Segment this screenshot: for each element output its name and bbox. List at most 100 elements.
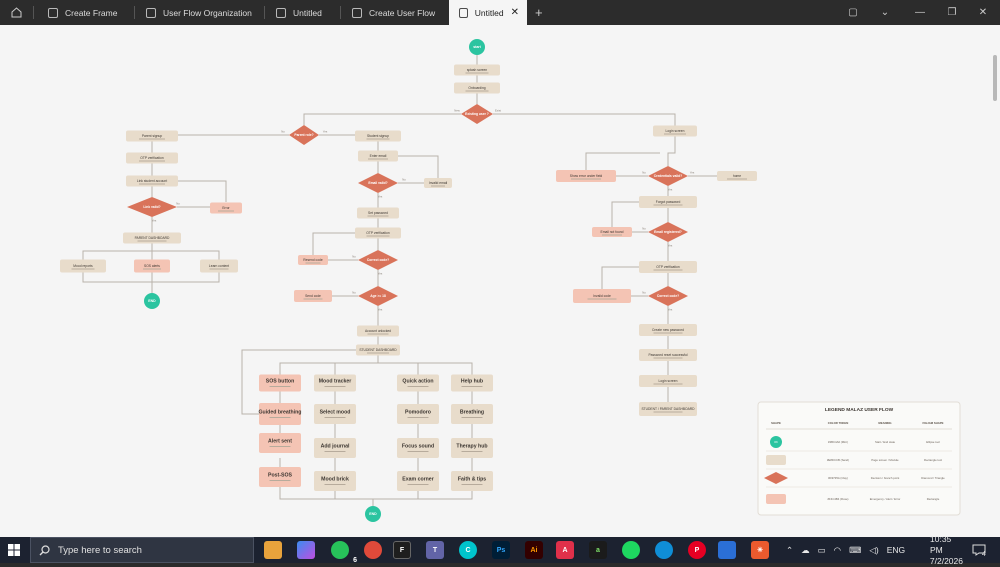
whatsapp-icon[interactable]: 6	[331, 541, 357, 564]
keyboard-icon[interactable]: ⌨	[849, 545, 861, 556]
node-end2[interactable]: END	[365, 506, 381, 522]
node-breathing[interactable]: Breathing	[451, 404, 493, 424]
node-learn-content[interactable]: Learn content	[200, 259, 238, 273]
new-tab-button[interactable]: +	[530, 0, 552, 25]
notification-center[interactable]: 4	[972, 537, 986, 563]
node-email-registered-q[interactable]: Email registered?	[648, 222, 688, 242]
tab-untitled-1[interactable]: Untitled	[266, 0, 340, 25]
node-quick-action[interactable]: Quick action	[397, 374, 439, 392]
node-parent-signup[interactable]: Parent signup	[126, 130, 178, 142]
maximize-button[interactable]: ❐	[937, 0, 967, 25]
node-end[interactable]: END	[144, 293, 160, 309]
node-post-sos[interactable]: Post-SOS	[259, 467, 301, 487]
node-parent-dashboard[interactable]: PARENT DASHBOARD	[123, 232, 181, 244]
clock[interactable]: 10:35 PM 7/2/2026	[930, 534, 963, 566]
taskbar-search[interactable]: Type here to search	[30, 537, 254, 563]
canva-icon[interactable]: C	[459, 541, 477, 559]
chevron-down-icon[interactable]: ⌄	[870, 0, 900, 25]
node-password-reset[interactable]: Password reset successful	[639, 349, 697, 361]
node-parent-q[interactable]: Parent role?	[289, 125, 319, 145]
node-existing-q[interactable]: Existing user ?	[461, 104, 493, 124]
node-student-signup[interactable]: Student signup	[355, 130, 401, 142]
a-app-icon[interactable]: a	[589, 541, 607, 559]
node-start[interactable]: start	[469, 39, 485, 55]
minimize-button[interactable]: —	[905, 0, 935, 25]
node-enter-email[interactable]: Enter email	[358, 150, 398, 162]
node-error[interactable]: Error	[210, 202, 242, 214]
node-mood-reports[interactable]: Mood reports	[60, 259, 106, 273]
teams-icon[interactable]: T	[426, 541, 444, 559]
node-help-hub[interactable]: Help hub	[451, 374, 493, 392]
node-student-parent-dashboard[interactable]: STUDENT / PARENT DASHBOARD	[639, 402, 697, 416]
tab-create-frame[interactable]: Create Frame	[38, 0, 133, 25]
node-mood-brick[interactable]: Mood brick	[314, 471, 356, 491]
spotify-icon[interactable]	[622, 541, 640, 559]
editor-icon[interactable]	[718, 541, 736, 559]
node-credentials-q[interactable]: Credentials valid?	[648, 166, 688, 186]
node-login-screen2[interactable]: Login screen	[639, 375, 697, 387]
node-invalid-email[interactable]: Invalid email	[424, 178, 452, 188]
file-explorer-icon[interactable]	[264, 541, 282, 559]
node-link-q[interactable]: Link valid?	[127, 197, 177, 217]
node-otp-verification[interactable]: OTP verification	[126, 152, 178, 164]
frame-icon[interactable]: ▢	[838, 0, 868, 25]
close-icon[interactable]: ✕	[511, 7, 519, 18]
node-splash[interactable]: splash screen	[454, 64, 500, 76]
node-otp-verification2[interactable]: OTP verification	[355, 227, 401, 239]
tab-create-user-flow[interactable]: Create User Flow	[342, 0, 448, 25]
chevron-up-icon[interactable]: ⌃	[786, 545, 793, 556]
volume-icon[interactable]: ◁)	[869, 545, 878, 556]
wifi-icon[interactable]: ◠	[834, 545, 841, 556]
edge-icon[interactable]	[655, 541, 673, 559]
node-correct-code-q2[interactable]: Correct code?	[648, 286, 688, 306]
vertical-scrollbar[interactable]	[993, 55, 997, 101]
node-email-q[interactable]: Email valid?	[358, 173, 398, 193]
node-create-password[interactable]: Create new password	[639, 324, 697, 336]
tab-untitled-active[interactable]: Untitled ✕	[449, 0, 527, 25]
node-focus-sound[interactable]: Focus sound	[397, 438, 439, 458]
cloud-icon[interactable]: ☁	[801, 545, 810, 556]
copilot-icon[interactable]	[297, 541, 315, 559]
node-set-password[interactable]: Set password	[357, 207, 399, 219]
node-student-dashboard[interactable]: STUDENT DASHBOARD	[356, 344, 400, 356]
figjam-canvas[interactable]: start splash screen Onboarding Existing use…	[0, 25, 1000, 537]
node-send-code[interactable]: Send code	[294, 290, 332, 302]
pinterest-icon[interactable]: P	[688, 541, 706, 559]
close-window-button[interactable]: ✕	[968, 0, 998, 25]
node-alert-sent[interactable]: Alert sent	[259, 433, 301, 453]
language-indicator[interactable]: ENG	[887, 545, 905, 555]
chrome-icon[interactable]	[364, 541, 382, 559]
node-link-student[interactable]: Link student account	[126, 175, 178, 187]
node-show-error[interactable]: Show error under field	[556, 170, 616, 182]
node-onboarding[interactable]: Onboarding	[454, 82, 500, 94]
node-sos-alerts[interactable]: SOS alerts	[134, 259, 170, 273]
node-sos-button[interactable]: SOS button	[259, 374, 301, 392]
node-forgot-password[interactable]: Forgot password	[639, 196, 697, 208]
acrobat-icon[interactable]: A	[556, 541, 574, 559]
node-select-mood[interactable]: Select mood	[314, 404, 356, 424]
figma-icon[interactable]: F	[393, 541, 411, 559]
tab-user-flow-organization[interactable]: User Flow Organization	[136, 0, 264, 25]
node-correct-code-q[interactable]: Correct code?	[358, 250, 398, 270]
node-guided-breathing[interactable]: Guided breathing	[259, 403, 302, 425]
illustrator-icon[interactable]: Ai	[525, 541, 543, 559]
node-faith-tips[interactable]: Faith & tips	[451, 471, 493, 491]
battery-icon[interactable]: ▭	[818, 545, 826, 556]
node-add-journal[interactable]: Add journal	[314, 438, 356, 458]
node-pomodoro[interactable]: Pomodoro	[397, 404, 439, 424]
node-login-screen[interactable]: Login screen	[653, 125, 697, 137]
node-home[interactable]: home	[717, 171, 757, 181]
node-age-q[interactable]: Age >= 18	[358, 286, 398, 306]
photoshop-icon[interactable]: Ps	[492, 541, 510, 559]
node-email-not-found[interactable]: Email not found	[592, 227, 632, 237]
windows-start-icon[interactable]	[8, 544, 20, 558]
claude-icon[interactable]: ✳	[751, 541, 769, 559]
node-account-unlocked[interactable]: Account unlocked	[357, 325, 399, 337]
node-mood-tracker[interactable]: Mood tracker	[314, 374, 356, 392]
node-otp-verification3[interactable]: OTP verification	[639, 261, 697, 273]
node-invalid-code[interactable]: Invalid code	[573, 289, 631, 303]
node-resend-code[interactable]: Resend code	[298, 255, 328, 265]
home-tab[interactable]	[0, 0, 32, 25]
node-exam-corner[interactable]: Exam corner	[397, 471, 439, 491]
node-therapy-hub[interactable]: Therapy hub	[451, 438, 493, 458]
